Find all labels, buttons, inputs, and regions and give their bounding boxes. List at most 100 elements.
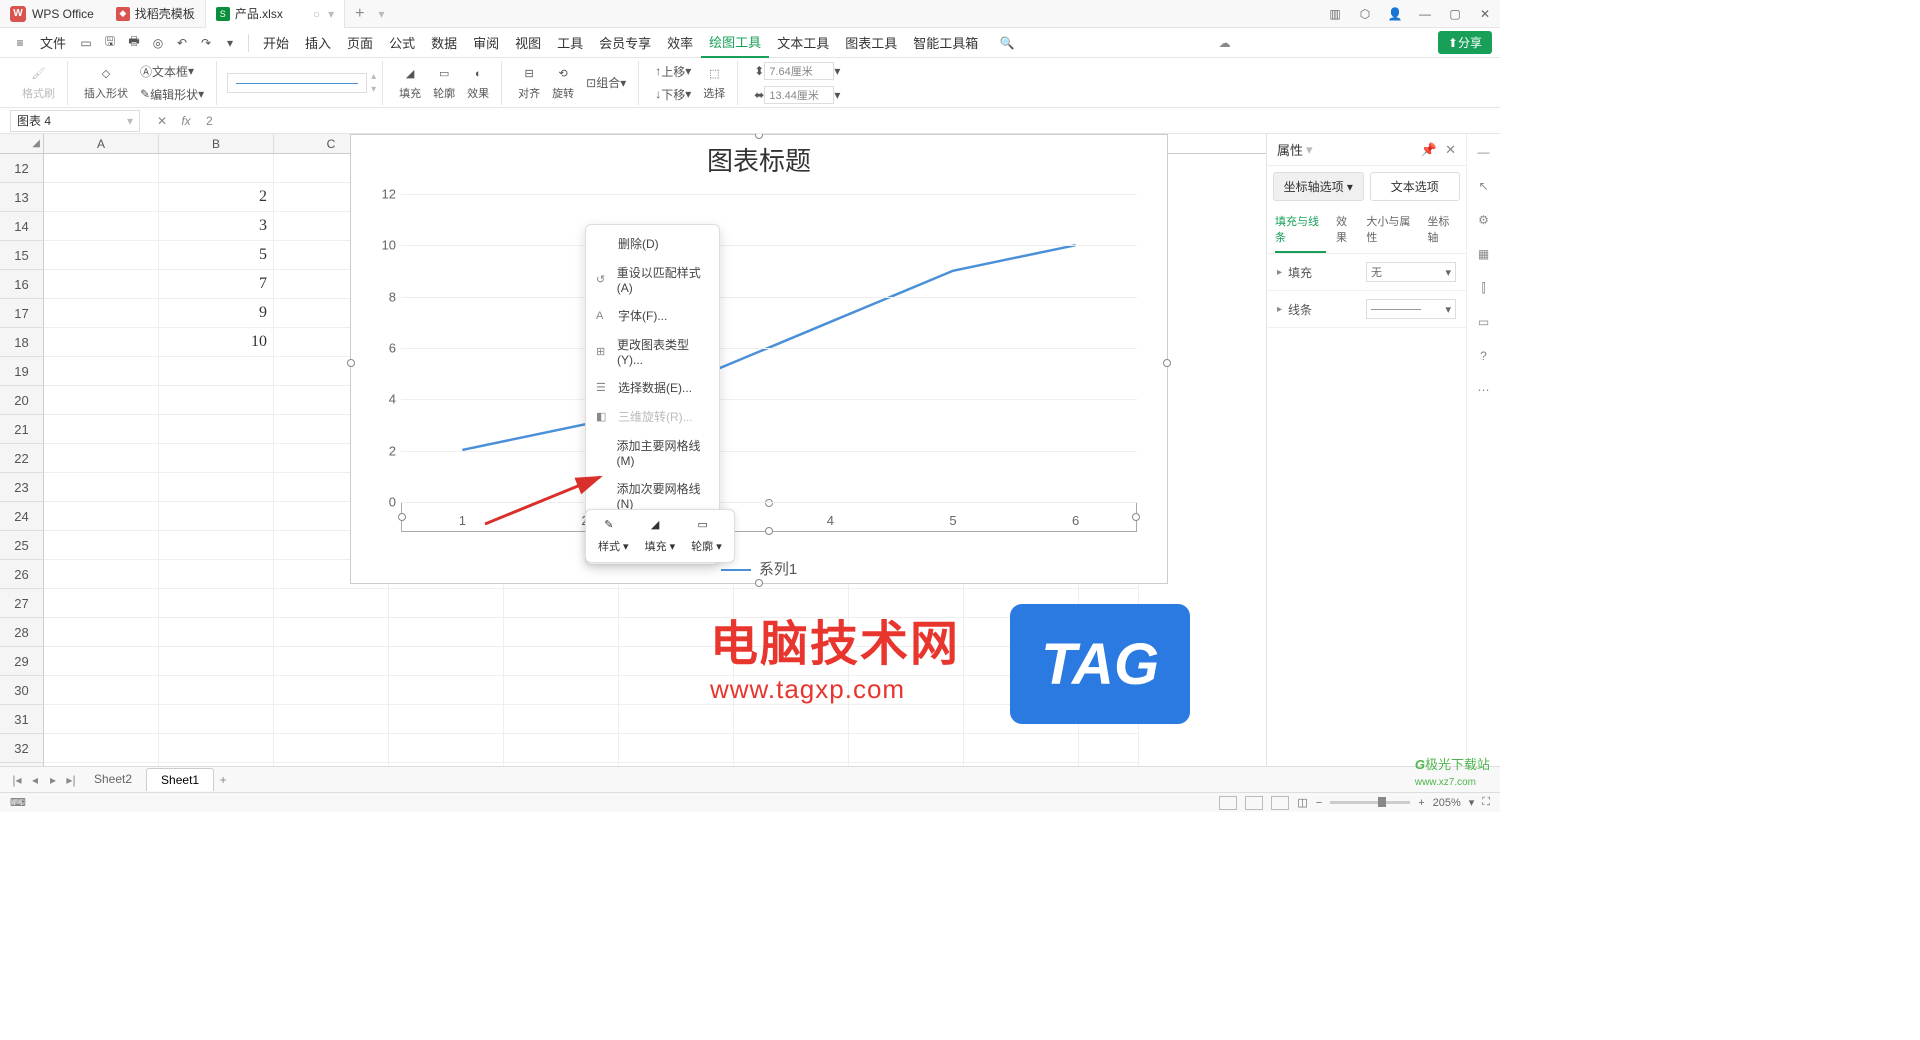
row-header[interactable]: 22 (0, 444, 44, 473)
row-header[interactable]: 25 (0, 531, 44, 560)
prev-sheet-icon[interactable]: ◂ (26, 773, 44, 787)
chart-plot-area[interactable] (401, 184, 1137, 553)
open-icon[interactable]: ▭ (75, 32, 97, 54)
cell[interactable] (159, 705, 274, 734)
cell[interactable] (159, 415, 274, 444)
row-header[interactable]: 13 (0, 183, 44, 212)
insert-shape-button[interactable]: ◇插入形状 (78, 65, 134, 101)
height-input[interactable]: ⬍ ▾ (748, 60, 846, 82)
row-header[interactable]: 18 (0, 328, 44, 357)
context-menu-item[interactable]: 添加主要网格线(M) (586, 431, 719, 474)
row-header[interactable]: 24 (0, 502, 44, 531)
cell[interactable] (504, 618, 619, 647)
select-button[interactable]: ⬚选择 (697, 65, 731, 101)
menu-审阅[interactable]: 审阅 (465, 28, 507, 58)
file-menu[interactable]: 文件 (32, 28, 74, 58)
cell[interactable] (159, 618, 274, 647)
menu-工具[interactable]: 工具 (549, 28, 591, 58)
column-header[interactable]: A (44, 134, 159, 153)
fill-button[interactable]: ◢填充 (393, 65, 427, 101)
rotate-button[interactable]: ⟲旋转 (546, 65, 580, 101)
cell[interactable] (44, 270, 159, 299)
chart-title[interactable]: 图表标题 (351, 135, 1167, 184)
tab-templates[interactable]: ◆ 找稻壳模板 (106, 0, 206, 28)
print-icon[interactable]: 🖶 (123, 32, 145, 54)
row-header[interactable]: 17 (0, 299, 44, 328)
select-all-corner[interactable]: ◢ (0, 134, 44, 153)
style-up-icon[interactable]: ▴ (371, 71, 376, 82)
filter-tool-icon[interactable]: ⫿ (1474, 278, 1494, 298)
undo-icon[interactable]: ↶ (171, 32, 193, 54)
cell[interactable] (274, 589, 389, 618)
row-header[interactable]: 23 (0, 473, 44, 502)
cell[interactable] (159, 444, 274, 473)
cell[interactable] (44, 241, 159, 270)
cell[interactable] (849, 734, 964, 763)
expand-icon[interactable]: ▸ (1277, 304, 1282, 315)
subtab-填充与线条[interactable]: 填充与线条 (1275, 207, 1326, 253)
cell[interactable] (1079, 734, 1139, 763)
normal-view-icon[interactable] (1219, 796, 1237, 810)
cube-icon[interactable]: ⬡ (1350, 0, 1380, 28)
cell[interactable] (44, 705, 159, 734)
row-header[interactable]: 28 (0, 618, 44, 647)
cell[interactable]: 3 (159, 212, 274, 241)
fx-icon[interactable]: fx (176, 111, 196, 131)
cell[interactable] (389, 705, 504, 734)
menu-开始[interactable]: 开始 (255, 28, 297, 58)
expand-icon[interactable]: ▸ (1277, 267, 1282, 278)
zoom-dropdown-icon[interactable]: ▾ (1469, 796, 1475, 809)
cell[interactable] (964, 734, 1079, 763)
name-box[interactable]: 图表 4▾ (10, 110, 140, 132)
cell[interactable] (389, 676, 504, 705)
text-options-tab[interactable]: 文本选项 (1370, 172, 1461, 201)
help-tool-icon[interactable]: ? (1474, 346, 1494, 366)
context-menu-item[interactable]: 删除(D) (586, 229, 719, 258)
zoom-slider[interactable] (1330, 801, 1410, 804)
subtab-坐标轴[interactable]: 坐标轴 (1427, 207, 1458, 253)
cell[interactable] (159, 589, 274, 618)
menu-图表工具[interactable]: 图表工具 (837, 28, 905, 58)
row-header[interactable]: 15 (0, 241, 44, 270)
menu-数据[interactable]: 数据 (423, 28, 465, 58)
cell[interactable] (44, 589, 159, 618)
cell[interactable] (44, 212, 159, 241)
cell[interactable] (44, 386, 159, 415)
line-select[interactable]: ▾ (1366, 299, 1456, 319)
cell[interactable] (274, 618, 389, 647)
cell[interactable] (274, 705, 389, 734)
spreadsheet-area[interactable]: ◢ABCDEFGHIJ 1213214315516717918101920212… (0, 134, 1266, 782)
cell[interactable] (274, 734, 389, 763)
cell[interactable] (44, 154, 159, 183)
select-tool-icon[interactable]: ↖ (1474, 176, 1494, 196)
cell[interactable] (159, 357, 274, 386)
close-panel-icon[interactable]: ✕ (1445, 142, 1456, 158)
cell[interactable] (159, 676, 274, 705)
style-down-icon[interactable]: ▾ (371, 84, 376, 95)
row-header[interactable]: 19 (0, 357, 44, 386)
row-header[interactable]: 31 (0, 705, 44, 734)
fill-select[interactable]: 无▾ (1366, 262, 1456, 282)
reader-view-icon[interactable] (1271, 796, 1289, 810)
zoom-in-icon[interactable]: + (1418, 797, 1424, 809)
text-box-button[interactable]: Ⓐ 文本框 ▾ (134, 61, 210, 82)
column-header[interactable]: B (159, 134, 274, 153)
align-button[interactable]: ⊟对齐 (512, 65, 546, 101)
cell[interactable] (159, 502, 274, 531)
cell[interactable] (504, 676, 619, 705)
row-header[interactable]: 21 (0, 415, 44, 444)
cell[interactable] (619, 734, 734, 763)
subtab-效果[interactable]: 效果 (1336, 207, 1356, 253)
share-button[interactable]: ⬆ 分享 (1438, 31, 1492, 54)
cell[interactable]: 9 (159, 299, 274, 328)
menu-公式[interactable]: 公式 (381, 28, 423, 58)
context-menu-item[interactable]: ☰选择数据(E)... (586, 373, 719, 402)
row-header[interactable]: 27 (0, 589, 44, 618)
cell[interactable] (389, 618, 504, 647)
cell[interactable] (44, 647, 159, 676)
settings-tool-icon[interactable]: ⚙ (1474, 210, 1494, 230)
cancel-icon[interactable]: ✕ (152, 111, 172, 131)
cell[interactable] (44, 734, 159, 763)
row-header[interactable]: 12 (0, 154, 44, 183)
menu-文本工具[interactable]: 文本工具 (769, 28, 837, 58)
